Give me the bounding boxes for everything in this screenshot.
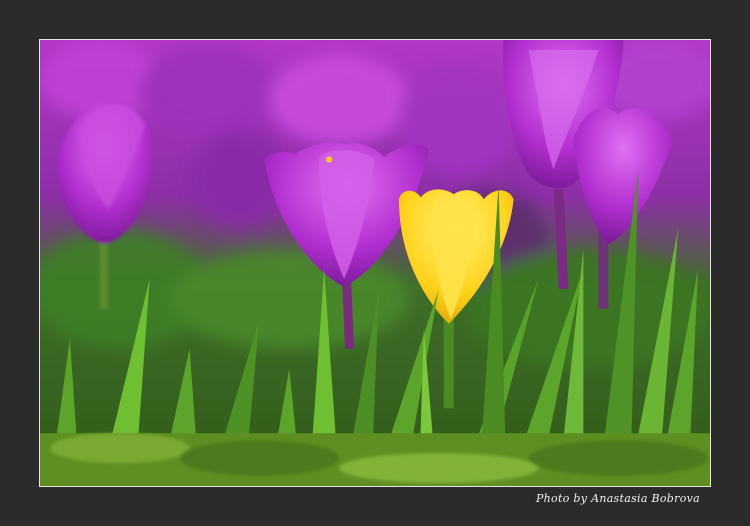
crocus-photo <box>40 40 710 486</box>
photo-frame <box>39 39 711 487</box>
photo-credit: Photo by Anastasia Bobrova <box>535 492 700 505</box>
